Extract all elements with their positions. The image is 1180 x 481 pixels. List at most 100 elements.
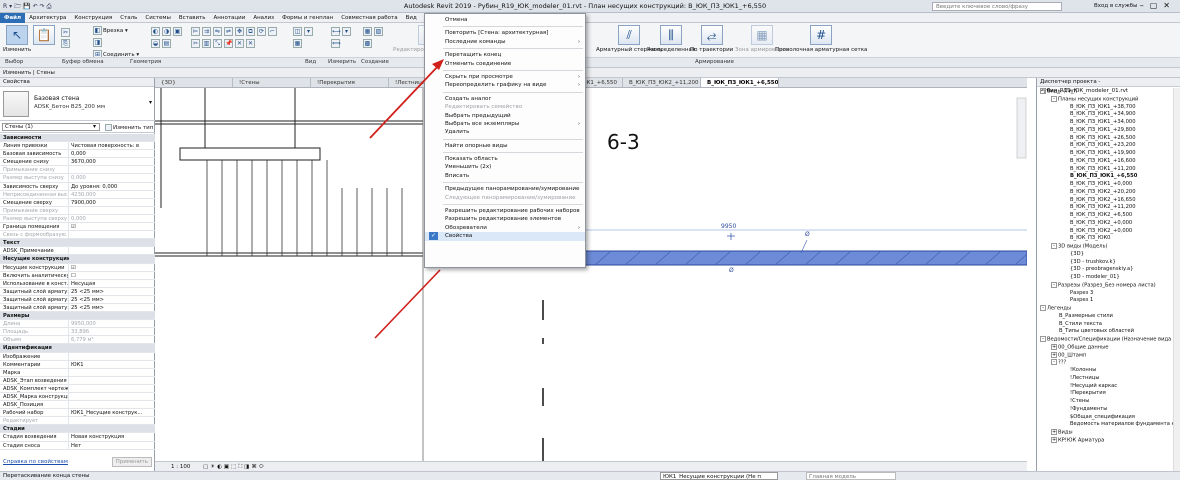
- context-menu-item[interactable]: Удалить: [425, 128, 585, 136]
- tree-item[interactable]: !Несущий каркас: [1037, 383, 1173, 391]
- tree-item[interactable]: В_ЮК_ПЗ_ЮК1_+26,500: [1037, 135, 1173, 143]
- menu-tab[interactable]: Конструкция: [70, 13, 116, 23]
- instance-filter-select[interactable]: Стены (1): [2, 123, 100, 131]
- context-menu-item[interactable]: Переопределить графику на виде ›: [425, 81, 585, 89]
- drawing-canvas[interactable]: 6-3 9950 Ø Ø: [155, 88, 1027, 461]
- type-selector[interactable]: Базовая стена ADSK_Бетон В25_200 мм ▾: [0, 87, 155, 121]
- property-value[interactable]: До уровня: 0,000: [69, 183, 155, 190]
- group-select[interactable]: Выбор: [5, 59, 23, 65]
- tree-item[interactable]: + Виды: [1037, 429, 1173, 437]
- menu-tab[interactable]: Файл: [0, 13, 26, 23]
- context-menu-item[interactable]: Скрыть при просмотре ›: [425, 73, 585, 81]
- tree-item[interactable]: {3D}: [1037, 251, 1173, 259]
- context-menu-item[interactable]: Последние команды ›: [425, 38, 585, 46]
- tree-item[interactable]: В_ЮК_ПЗ_ЮК1_+11,200: [1037, 166, 1173, 174]
- tree-item[interactable]: - Планы несущих конструкций: [1037, 95, 1173, 104]
- tree-item[interactable]: + КР!ЮК Арматура: [1037, 436, 1173, 445]
- tree-item[interactable]: В_Типы цветовых областей: [1037, 328, 1173, 336]
- tree-item[interactable]: В_ЮК_ПЗ_ЮК0: [1037, 235, 1173, 243]
- property-value[interactable]: [69, 377, 155, 384]
- quick-access-toolbar[interactable]: R ▾ 🗁 💾 ↶ ↷ ⎙: [3, 2, 51, 12]
- context-menu-item[interactable]: Создать аналог: [425, 95, 585, 103]
- tree-item[interactable]: - Виды (Тип): [1037, 88, 1173, 96]
- view-tab[interactable]: !Перекрытия: [311, 78, 389, 87]
- tree-item[interactable]: +00_Штамп: [1037, 351, 1173, 360]
- tree-item[interactable]: В_ЮК_ПЗ_ЮК2_+0,000: [1037, 228, 1173, 236]
- property-value[interactable]: [69, 393, 155, 400]
- tree-item[interactable]: В_ЮК_ПЗ_ЮК1_+6,550: [1037, 173, 1173, 181]
- tree-item[interactable]: В_ЮК_ПЗ_ЮК1_+29,800: [1037, 127, 1173, 135]
- tree-item[interactable]: В_ЮК_ПЗ_ЮК1_+34,900: [1037, 111, 1173, 119]
- property-value[interactable]: ЮК1: [69, 361, 155, 368]
- collapse-icon[interactable]: -: [1051, 359, 1057, 366]
- menu-tab[interactable]: Сталь: [116, 13, 141, 23]
- tree-item[interactable]: В_ЮК_ПЗ_ЮК1_+38,700: [1037, 104, 1173, 112]
- property-value[interactable]: ЮК1_Несущие конструк...: [69, 409, 155, 416]
- geometry-tools-2[interactable]: ◐ ◑ ▣ ◒ ▤: [150, 26, 183, 50]
- menu-tab[interactable]: Архитектура: [25, 13, 70, 23]
- property-value[interactable]: Чистовая поверхность: в: [69, 142, 155, 149]
- tree-item[interactable]: {3D - preobragenskiy.a}: [1037, 266, 1173, 274]
- tree-item[interactable]: Разрез 1: [1037, 297, 1173, 305]
- property-group-header[interactable]: Зависимости: [0, 134, 155, 143]
- path-button[interactable]: ⥄ По траектории: [690, 25, 733, 53]
- tree-item[interactable]: В_Стили текста: [1037, 321, 1173, 329]
- property-value[interactable]: ☑: [69, 223, 155, 230]
- collapse-icon[interactable]: -: [1040, 305, 1046, 311]
- tree-item[interactable]: {3D - trushkov.k}: [1037, 259, 1173, 267]
- apply-button[interactable]: Применить: [111, 457, 152, 467]
- menu-tab[interactable]: Анализ: [249, 13, 278, 23]
- tree-item[interactable]: В_ЮК_ПЗ_ЮК2_+0,000: [1037, 220, 1173, 228]
- expand-icon[interactable]: +: [1051, 351, 1057, 358]
- property-value[interactable]: Новая конструкция: [69, 433, 155, 440]
- context-menu-item[interactable]: Показать область: [425, 155, 585, 163]
- properties-help-link[interactable]: Справка по свойствам: [3, 459, 68, 465]
- view-tools[interactable]: ◫ ▾ ▦: [292, 26, 314, 50]
- measure-tools[interactable]: ⟷ ▾ ⟺: [330, 26, 352, 50]
- context-menu-item[interactable]: Предыдущее панорамирование/зумирование: [425, 185, 585, 193]
- create-tools[interactable]: ▦ ▨ ▩: [362, 26, 384, 50]
- view-tab[interactable]: !Стены: [233, 78, 311, 87]
- property-value[interactable]: ☑: [69, 264, 155, 271]
- property-value[interactable]: Нет: [69, 442, 155, 449]
- sign-in-link[interactable]: Вход в службы: [1094, 3, 1137, 9]
- tree-item[interactable]: В_ЮК_ПЗ_ЮК2_+16,650: [1037, 197, 1173, 205]
- property-value[interactable]: 3670,000: [69, 158, 155, 165]
- menu-tab[interactable]: Системы: [141, 13, 175, 23]
- collapse-icon[interactable]: -: [1040, 336, 1046, 342]
- property-group-header[interactable]: Стадии: [0, 425, 155, 434]
- context-menu-item[interactable]: Разрешить редактирование элементов: [425, 215, 585, 223]
- tree-item[interactable]: {3D - modeler_01}: [1037, 274, 1173, 282]
- tree-item[interactable]: - Разрезы (Разрез_Без номера листа): [1037, 281, 1173, 290]
- menu-tab[interactable]: Вставить: [175, 13, 210, 23]
- tree-item[interactable]: !Лестницы: [1037, 375, 1173, 383]
- collapse-icon[interactable]: -: [1051, 281, 1057, 288]
- context-menu-item[interactable]: Обозреватели ›: [425, 224, 585, 232]
- tree-item[interactable]: В_ЮК_ПЗ_ЮК1_+16,600: [1037, 158, 1173, 166]
- tree-item[interactable]: +00_Общие данные: [1037, 343, 1173, 352]
- tree-item[interactable]: В_ЮК_ПЗ_ЮК1_+19,900: [1037, 150, 1173, 158]
- expand-icon[interactable]: +: [1051, 436, 1057, 443]
- property-value[interactable]: ☐: [69, 272, 155, 279]
- workset-select[interactable]: ЮК1_Несущие конструкции (Не п: [660, 472, 778, 480]
- tree-item[interactable]: !Перекрытия: [1037, 390, 1173, 398]
- context-menu-item[interactable]: Отменить соединение: [425, 60, 585, 68]
- tree-item[interactable]: -3D виды (Модель): [1037, 243, 1173, 251]
- context-menu-item[interactable]: Вписать: [425, 172, 585, 180]
- tree-item[interactable]: - Легенды: [1037, 305, 1173, 313]
- expand-icon[interactable]: +: [1051, 343, 1057, 350]
- main-model-select[interactable]: Главная модель: [806, 472, 896, 480]
- tree-item[interactable]: В_ЮК_ПЗ_ЮК2_+20,200: [1037, 189, 1173, 197]
- collapse-icon[interactable]: -: [1051, 95, 1057, 102]
- property-group-header[interactable]: Несущие конструкции: [0, 255, 155, 264]
- tree-item[interactable]: В_ЮК_ПЗ_ЮК1_+23,200: [1037, 142, 1173, 150]
- browser-scrollbar[interactable]: [1173, 88, 1180, 471]
- menu-tab[interactable]: Совместная работа: [337, 13, 401, 23]
- view-tab[interactable]: {3D}: [155, 78, 233, 87]
- context-menu-item[interactable]: Выбрать все экземпляры ›: [425, 120, 585, 128]
- tree-item[interactable]: !Фундаменты: [1037, 406, 1173, 414]
- wire-mesh-button[interactable]: # Проволочная арматурная сетка: [775, 25, 867, 53]
- context-menu-item[interactable]: Выбрать предыдущий: [425, 112, 585, 120]
- context-menu-item[interactable]: Повторить [Стена: архитектурная]: [425, 29, 585, 37]
- tree-item[interactable]: Разрез 3: [1037, 290, 1173, 298]
